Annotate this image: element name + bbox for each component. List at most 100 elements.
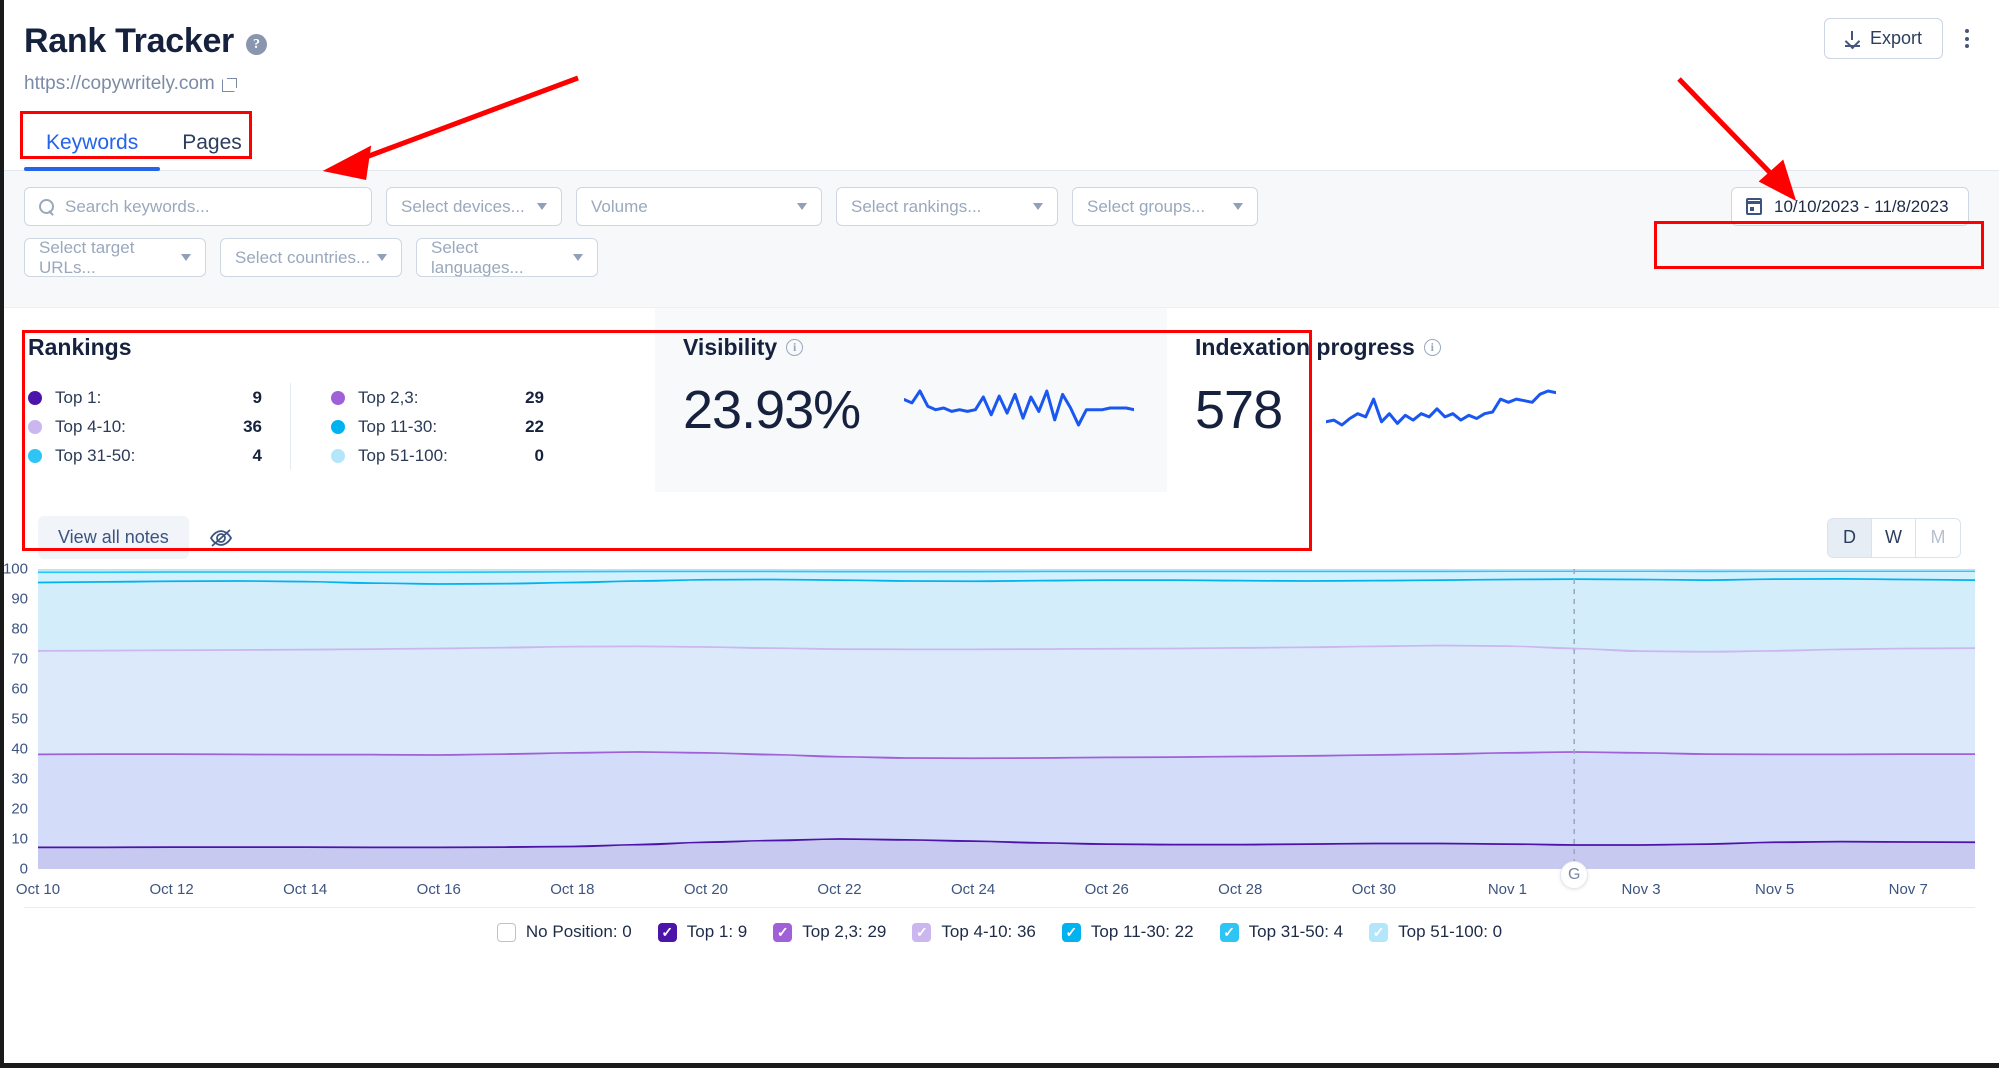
legend-checkbox[interactable] (496, 922, 516, 942)
visibility-label: Visibility (683, 334, 778, 360)
chevron-down-icon (1233, 203, 1243, 210)
granularity-w[interactable]: W (1872, 518, 1916, 557)
visibility-value-row: 23.93% (683, 379, 1167, 441)
select-countries[interactable]: Select countries... (220, 238, 402, 277)
granularity-m[interactable]: M (1916, 518, 1960, 557)
x-axis-label: Oct 20 (683, 881, 729, 898)
y-axis-label: 0 (19, 860, 28, 878)
chevron-down-icon (377, 254, 387, 261)
ranking-row-left-2: Top 31-50: 4 (28, 441, 290, 470)
y-axis-label: 100 (2, 560, 28, 578)
date-range-value: 10/10/2023 - 11/8/2023 (1774, 196, 1949, 216)
chart-panel: View all notes DWM 0 10 20 30 40 50 60 70 80 90 10… (0, 492, 1999, 907)
granularity-toggle: DWM (1827, 517, 1961, 558)
select-languages[interactable]: Select languages... (416, 238, 598, 277)
more-vertical-icon[interactable] (1957, 23, 1977, 54)
info-icon[interactable]: i (1423, 339, 1441, 356)
tabs-container: Keywords Pages (0, 121, 1999, 171)
indexation-value: 578 (1195, 380, 1283, 440)
rankings-column-right: Top 2,3: 29 Top 11-30: 22 Top 51-100: 0 (290, 383, 552, 470)
select-rankings-label: Select rankings... (851, 196, 982, 216)
site-url-text: https://copywritely.com (24, 73, 215, 94)
search-input[interactable]: Search keywords... (24, 187, 372, 226)
legend-checkbox[interactable]: ✓ (1219, 922, 1239, 942)
rankings-column-left: Top 1: 9 Top 4-10: 36 Top 31-50: 4 (28, 383, 290, 470)
legend-checkbox[interactable]: ✓ (773, 922, 793, 942)
info-icon[interactable]: i (786, 339, 804, 356)
page-header: Rank Tracker ? https://copywritely.com E… (0, 0, 1999, 95)
x-axis-label: Oct 24 (951, 881, 996, 898)
help-circle-icon[interactable]: ? (245, 34, 267, 55)
ranking-row-right-0: Top 2,3: 29 (331, 383, 552, 412)
legend-item-4[interactable]: ✓ Top 11-30: 22 (1061, 922, 1194, 942)
chart-x-axis: Oct 10 Oct 12 Oct 14 Oct 16 Oct 18 Oct 20 Oct … (16, 877, 1975, 907)
select-target-urls[interactable]: Select target URLs... (24, 238, 206, 277)
ranking-color-dot (331, 390, 345, 405)
select-rankings[interactable]: Select rankings... (836, 187, 1058, 226)
select-devices-label: Select devices... (401, 196, 525, 216)
legend-checkbox[interactable]: ✓ (1061, 922, 1081, 942)
legend-checkbox[interactable]: ✓ (912, 922, 932, 942)
filter-row-primary: Search keywords... Select devices... Vol… (24, 187, 1975, 226)
rank-tracker-page: Rank Tracker ? https://copywritely.com E… (0, 0, 1999, 1068)
eye-off-icon[interactable] (207, 526, 235, 550)
select-devices[interactable]: Select devices... (386, 187, 562, 226)
ranking-row-left-0: Top 1: 9 (28, 383, 290, 412)
x-axis-label: Nov 3 (1621, 881, 1661, 898)
legend-item-6[interactable]: ✓ Top 51-100: 0 (1369, 922, 1502, 942)
page-title: Rank Tracker (24, 22, 234, 60)
legend-checkbox[interactable]: ✓ (1369, 922, 1389, 942)
tab-pages[interactable]: Pages (160, 121, 264, 171)
rankings-card: Rankings Top 1: 9 Top 4-10: 36 Top 31-50: 4 T… (0, 308, 655, 492)
indexation-label: Indexation progress (1195, 334, 1415, 360)
site-url-link[interactable]: https://copywritely.com (24, 73, 1975, 95)
legend-label: Top 4-10: 36 (941, 922, 1036, 941)
select-volume-label: Volume (591, 196, 648, 216)
legend-label: Top 1: 9 (686, 922, 748, 941)
indexation-value-row: 578 (1195, 379, 1999, 441)
date-range-picker[interactable]: 10/10/2023 - 11/8/2023 (1731, 187, 1969, 226)
tab-keywords[interactable]: Keywords (24, 121, 161, 171)
ranking-row-left-1: Top 4-10: 36 (28, 412, 290, 441)
y-axis-label: 80 (11, 620, 28, 638)
legend-item-5[interactable]: ✓ Top 31-50: 4 (1219, 922, 1343, 942)
ranking-value: 29 (525, 387, 544, 407)
legend-checkbox[interactable]: ✓ (657, 922, 677, 942)
x-axis-label: Oct 14 (283, 881, 328, 898)
window-bottom-edge (0, 1063, 1999, 1068)
filter-bar: Search keywords... Select devices... Vol… (0, 171, 1999, 308)
view-all-notes-button[interactable]: View all notes (38, 516, 189, 559)
header-actions: Export (1823, 18, 1977, 59)
indexation-sparkline (1324, 388, 1558, 433)
legend-item-3[interactable]: ✓ Top 4-10: 36 (912, 922, 1036, 942)
select-languages-label: Select languages... (431, 237, 524, 277)
y-axis-label: 10 (11, 830, 28, 848)
export-button[interactable]: Export (1823, 18, 1943, 59)
select-volume[interactable]: Volume (576, 187, 822, 226)
indexation-card: Indexation progress i 578 (1167, 308, 1999, 492)
search-placeholder: Search keywords... (65, 196, 210, 216)
x-axis-label: Oct 30 (1351, 881, 1396, 898)
select-target-urls-label: Select target URLs... (39, 237, 135, 277)
ranking-color-dot (331, 419, 345, 434)
ranking-label: Top 11-30: (358, 416, 438, 436)
ranking-color-dot (28, 390, 42, 405)
tab-list: Keywords Pages (0, 121, 1999, 171)
select-groups[interactable]: Select groups... (1072, 187, 1258, 226)
visibility-value: 23.93% (683, 380, 861, 440)
ranking-label: Top 31-50: (55, 445, 136, 465)
download-icon (1844, 30, 1860, 47)
legend-item-1[interactable]: ✓ Top 1: 9 (657, 922, 748, 942)
ranking-value: 4 (252, 445, 262, 465)
legend-item-2[interactable]: ✓ Top 2,3: 29 (773, 922, 886, 942)
y-axis-label: 90 (11, 590, 28, 608)
granularity-d[interactable]: D (1828, 518, 1872, 557)
ranking-row-right-2: Top 51-100: 0 (331, 441, 552, 470)
legend-item-0[interactable]: No Position: 0 (496, 922, 632, 942)
rankings-card-title: Rankings (28, 334, 132, 360)
chevron-down-icon (181, 254, 191, 261)
y-axis-label: 70 (11, 650, 28, 668)
chart-toolbar: View all notes DWM (24, 492, 1975, 569)
indexation-card-title: Indexation progress i (1195, 334, 1999, 361)
legend-label: Top 11-30: 22 (1090, 922, 1194, 941)
